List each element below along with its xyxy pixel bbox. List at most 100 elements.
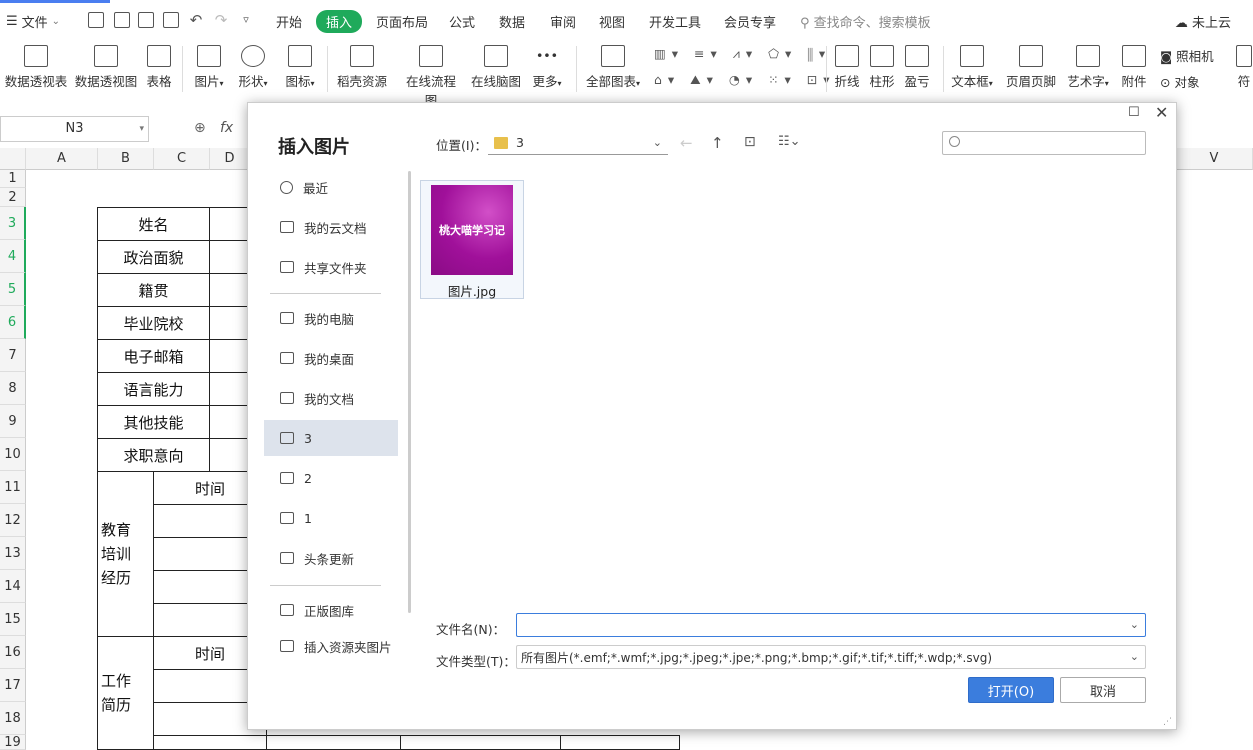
chart-type-row-1[interactable]: ▥▾ ≡▾ ⩘▾ ⬠▾ ⫼▾ xyxy=(654,46,831,62)
header-footer-button[interactable]: 页眉页脚 xyxy=(1004,42,1058,90)
table-label-cell[interactable]: 求职意向 xyxy=(97,438,210,472)
close-icon[interactable]: ✕ xyxy=(1155,103,1168,122)
nav-resource-folder[interactable]: 插入资源夹图片 xyxy=(264,628,414,664)
table-label-cell[interactable]: 其他技能 xyxy=(97,405,210,439)
nav-shared-folder[interactable]: 共享文件夹 xyxy=(264,249,398,285)
table-cell[interactable] xyxy=(560,735,680,750)
save-icon[interactable] xyxy=(88,12,104,28)
filename-input[interactable]: ⌄ xyxy=(516,613,1146,637)
nav-my-documents[interactable]: 我的文档 xyxy=(264,380,398,416)
fx-button[interactable]: fx xyxy=(220,120,233,136)
back-arrow-icon[interactable]: ← xyxy=(680,134,693,152)
attachment-button[interactable]: 附件 xyxy=(1118,42,1150,90)
table-label-cell[interactable]: 政治面貌 xyxy=(97,240,210,274)
row-header[interactable]: 6 xyxy=(0,306,26,339)
row-header[interactable]: 16 xyxy=(0,636,26,669)
tab-home[interactable]: 开始 xyxy=(276,12,302,31)
up-arrow-icon[interactable]: ↑ xyxy=(711,134,724,152)
symbol-button[interactable]: 符 xyxy=(1234,42,1253,90)
table-cell[interactable] xyxy=(266,735,401,750)
chart-type-row-2[interactable]: ⌂▾ ⛰▾ ◔▾ ⁙▾ ⊡▾ xyxy=(654,72,836,88)
row-header[interactable]: 10 xyxy=(0,438,26,471)
row-header[interactable]: 8 xyxy=(0,372,26,405)
nav-my-desktop[interactable]: 我的桌面 xyxy=(264,340,398,376)
table-cell[interactable] xyxy=(209,207,249,241)
table-cell[interactable] xyxy=(153,735,267,750)
row-header[interactable]: 2 xyxy=(0,188,26,207)
shape-button[interactable]: 形状▾ xyxy=(233,42,273,90)
nav-toutiao-updates[interactable]: 头条更新 xyxy=(264,540,398,576)
row-header[interactable]: 3 xyxy=(0,207,26,240)
open-button[interactable]: 打开(O) xyxy=(968,677,1054,703)
export-pdf-icon[interactable] xyxy=(114,12,130,28)
column-header[interactable]: V xyxy=(1176,148,1253,170)
online-mindmap-button[interactable]: 在线脑图 xyxy=(470,42,522,90)
all-charts-button[interactable]: 全部图表▾ xyxy=(585,42,641,90)
object-button[interactable]: ⊙ 对象 xyxy=(1160,72,1199,91)
filetype-select[interactable]: 所有图片(*.emf;*.wmf;*.jpg;*.jpeg;*.jpe;*.pn… xyxy=(516,645,1146,669)
pivot-chart-button[interactable]: 数据透视图 xyxy=(74,42,138,90)
file-item[interactable]: 桃大喵学习记 图片.jpg xyxy=(420,180,524,299)
location-dropdown[interactable]: 3 ⌄ xyxy=(488,131,668,155)
tab-view[interactable]: 视图 xyxy=(599,12,625,31)
row-header[interactable]: 9 xyxy=(0,405,26,438)
nav-cloud-docs[interactable]: 我的云文档 xyxy=(264,209,398,245)
command-search[interactable]: ⚲ 查找命令、搜索模板 xyxy=(800,12,931,31)
table-cell[interactable] xyxy=(209,438,249,472)
nav-scrollbar[interactable] xyxy=(408,171,411,613)
sparkline-column-button[interactable]: 柱形 xyxy=(867,42,897,90)
view-mode-icon[interactable]: ☷⌄ xyxy=(778,134,801,149)
row-header[interactable]: 4 xyxy=(0,240,26,273)
nav-folder-2[interactable]: 2 xyxy=(264,460,398,496)
print-icon[interactable] xyxy=(138,12,154,28)
table-button[interactable]: 表格 xyxy=(143,42,175,90)
row-header[interactable]: 11 xyxy=(0,471,26,504)
education-label-cell[interactable]: 教育 培训 经历 xyxy=(97,471,154,637)
nav-recent[interactable]: 最近 xyxy=(264,169,398,205)
row-header[interactable]: 15 xyxy=(0,603,26,636)
table-cell[interactable] xyxy=(209,339,249,373)
redo-icon[interactable]: ↷ xyxy=(213,12,229,28)
maximize-icon[interactable]: ☐ xyxy=(1128,105,1140,120)
pivot-table-button[interactable]: 数据透视表 xyxy=(4,42,68,90)
table-label-cell[interactable]: 语言能力 xyxy=(97,372,210,406)
tab-data[interactable]: 数据 xyxy=(499,12,525,31)
table-cell[interactable] xyxy=(209,372,249,406)
tab-member[interactable]: 会员专享 xyxy=(724,12,776,31)
online-flowchart-button[interactable]: 在线流程图 xyxy=(400,42,462,109)
textbox-button[interactable]: 文本框▾ xyxy=(948,42,996,90)
nav-folder-1[interactable]: 1 xyxy=(264,500,398,536)
row-header[interactable]: 14 xyxy=(0,570,26,603)
row-header[interactable]: 13 xyxy=(0,537,26,570)
camera-button[interactable]: ◙ 照相机 xyxy=(1160,46,1214,65)
tab-page-layout[interactable]: 页面布局 xyxy=(376,12,428,31)
row-header[interactable]: 18 xyxy=(0,702,26,735)
icon-button[interactable]: 图标▾ xyxy=(280,42,320,90)
customize-icon[interactable]: ▿ xyxy=(238,12,254,28)
work-label-cell[interactable]: 工作 简历 xyxy=(97,636,154,750)
table-cell[interactable] xyxy=(209,405,249,439)
column-header[interactable]: B xyxy=(98,148,154,170)
name-box[interactable]: N3 ▾ xyxy=(0,116,149,142)
file-search-input[interactable] xyxy=(942,131,1146,155)
nav-stock-gallery[interactable]: 正版图库 xyxy=(264,592,398,628)
undo-icon[interactable]: ↶ xyxy=(188,12,204,28)
nav-my-computer[interactable]: 我的电脑 xyxy=(264,300,398,336)
column-header[interactable]: A xyxy=(26,148,98,170)
tab-insert[interactable]: 插入 xyxy=(316,10,363,33)
table-label-cell[interactable]: 姓名 xyxy=(97,207,210,241)
nav-folder-3[interactable]: 3 xyxy=(264,420,398,456)
resize-grip-icon[interactable]: ⋰ xyxy=(1163,717,1172,727)
wordart-button[interactable]: 艺术字▾ xyxy=(1064,42,1112,90)
row-header[interactable]: 5 xyxy=(0,273,26,306)
table-cell[interactable] xyxy=(209,306,249,340)
tab-developer[interactable]: 开发工具 xyxy=(649,12,701,31)
table-cell[interactable] xyxy=(209,273,249,307)
column-header[interactable]: C xyxy=(154,148,210,170)
tab-review[interactable]: 审阅 xyxy=(550,12,576,31)
picture-button[interactable]: 图片▾ xyxy=(189,42,229,90)
docer-resource-button[interactable]: 稻壳资源 xyxy=(336,42,388,90)
print-preview-icon[interactable] xyxy=(163,12,179,28)
tab-formulas[interactable]: 公式 xyxy=(449,12,475,31)
row-header[interactable]: 7 xyxy=(0,339,26,372)
